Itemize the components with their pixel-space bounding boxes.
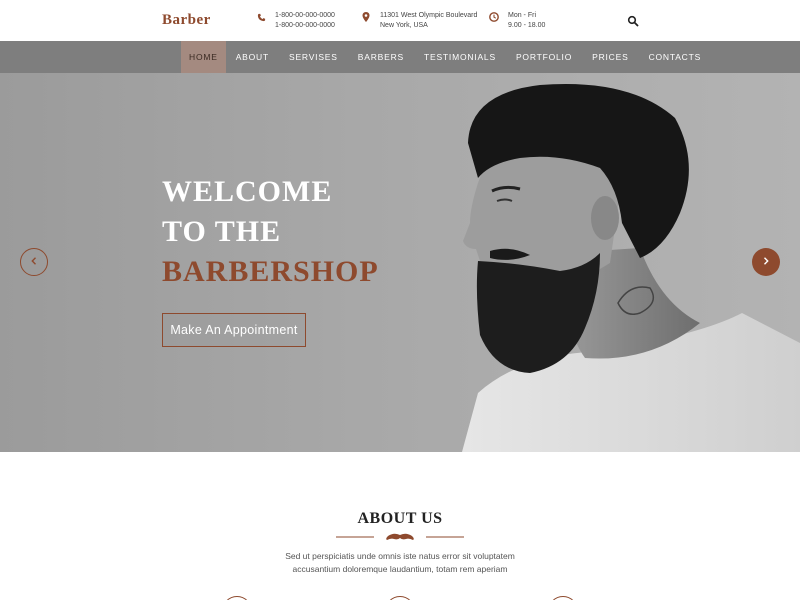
phone-icon bbox=[256, 12, 266, 22]
nav-item-services[interactable]: SERVISES bbox=[279, 41, 348, 73]
chevron-left-icon bbox=[31, 256, 37, 268]
about-text-line-2: accusantium doloremque laudantium, totam… bbox=[292, 564, 508, 574]
phone-info: 1-800-00-000-0000 1-800-00-000-0000 bbox=[256, 11, 335, 31]
hero-title-line-3: BARBERSHOP bbox=[162, 255, 379, 288]
nav-item-testimonials[interactable]: TESTIMONIALS bbox=[414, 41, 506, 73]
feature-circle-1 bbox=[222, 596, 252, 600]
hero-portrait-image bbox=[462, 83, 800, 452]
about-title: ABOUT US bbox=[357, 510, 443, 527]
hours-line-2: 9.00 - 18.00 bbox=[508, 22, 546, 29]
phone-line-2[interactable]: 1-800-00-000-0000 bbox=[275, 21, 335, 31]
nav-item-prices[interactable]: PRICES bbox=[582, 41, 638, 73]
hero-title-line-2: TO THE bbox=[162, 215, 282, 248]
chevron-right-icon bbox=[763, 256, 769, 268]
nav-items: HOME ABOUT SERVISES BARBERS TESTIMONIALS… bbox=[181, 41, 711, 73]
feature-circle-2 bbox=[385, 596, 415, 600]
about-divider bbox=[336, 530, 464, 542]
hours-info: Mon - Fri 9.00 - 18.00 bbox=[489, 11, 545, 31]
address-info: 11301 West Olympic Boulevard New York, U… bbox=[361, 11, 477, 31]
nav-item-portfolio[interactable]: PORTFOLIO bbox=[506, 41, 582, 73]
main-nav: HOME ABOUT SERVISES BARBERS TESTIMONIALS… bbox=[0, 41, 800, 73]
nav-item-barbers[interactable]: BARBERS bbox=[348, 41, 414, 73]
slider-prev-button[interactable] bbox=[20, 248, 48, 276]
slider-next-button[interactable] bbox=[752, 248, 780, 276]
hours-line-1: Mon - Fri bbox=[508, 12, 536, 19]
about-text-line-1: Sed ut perspiciatis unde omnis iste natu… bbox=[285, 551, 515, 561]
nav-item-contacts[interactable]: CONTACTS bbox=[639, 41, 712, 73]
hero-title-line-1: WELCOME bbox=[162, 175, 333, 208]
feature-circle-3 bbox=[548, 596, 578, 600]
clock-icon bbox=[489, 12, 499, 22]
hero-slider: WELCOME TO THE BARBERSHOP Make An Appoin… bbox=[0, 73, 800, 452]
address-line-1: 11301 West Olympic Boulevard bbox=[380, 12, 478, 19]
mustache-icon bbox=[386, 533, 414, 540]
top-bar: Barber 1-800-00-000-0000 1-800-00-000-00… bbox=[0, 0, 800, 41]
about-text: Sed ut perspiciatis unde omnis iste natu… bbox=[0, 550, 800, 576]
search-icon[interactable] bbox=[627, 14, 639, 27]
nav-item-about[interactable]: ABOUT bbox=[226, 41, 279, 73]
logo[interactable]: Barber bbox=[162, 12, 211, 29]
phone-line-1[interactable]: 1-800-00-000-0000 bbox=[275, 11, 335, 21]
location-pin-icon bbox=[361, 12, 371, 22]
address-line-2: New York, USA bbox=[380, 22, 428, 29]
make-appointment-button[interactable]: Make An Appointment bbox=[162, 313, 306, 347]
nav-item-home[interactable]: HOME bbox=[181, 41, 226, 73]
